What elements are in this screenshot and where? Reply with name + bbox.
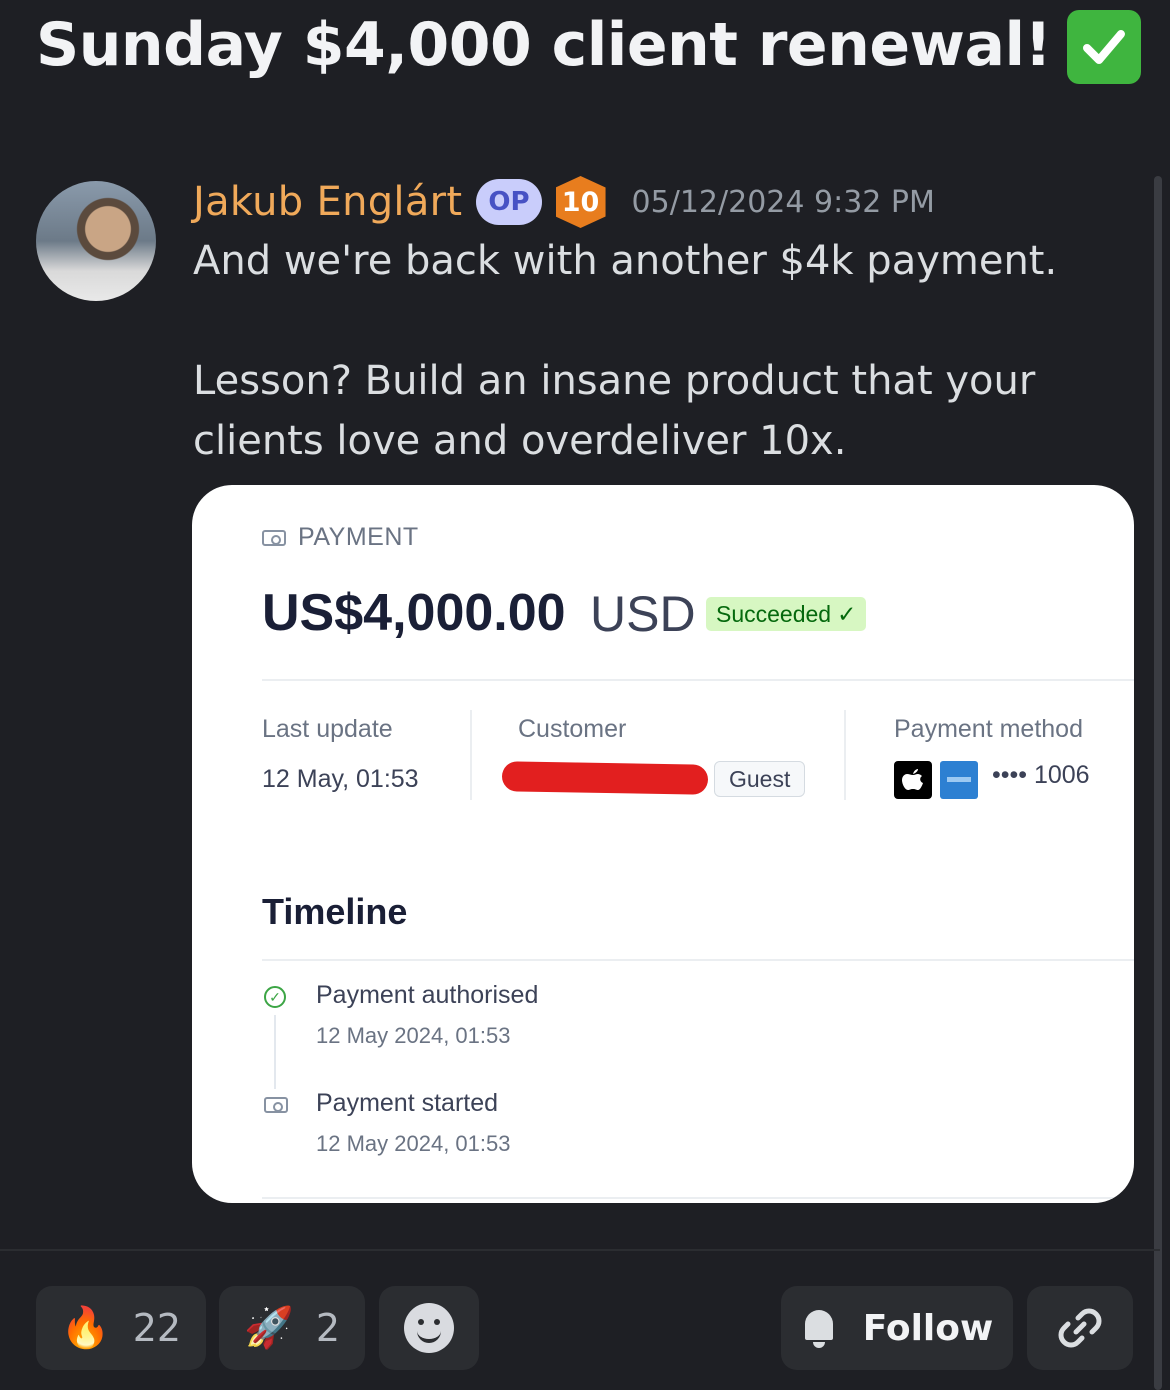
message-header: Jakub Englárt OP 10 05/12/2024 9:32 PM <box>193 172 935 232</box>
last-update-label: Last update <box>262 715 393 743</box>
payment-header-label: PAYMENT <box>298 523 419 551</box>
payment-header: PAYMENT <box>262 523 419 552</box>
success-check-icon: ✓ <box>264 986 286 1008</box>
level-badge: 10 <box>555 176 606 228</box>
follow-button[interactable]: Follow <box>781 1286 1013 1370</box>
author-name[interactable]: Jakub Englárt <box>193 179 462 225</box>
timeline-event-title: Payment authorised <box>316 981 539 1009</box>
reaction-rocket[interactable]: 🚀 2 <box>219 1286 365 1370</box>
reaction-count: 2 <box>315 1306 340 1350</box>
payment-currency: USD <box>590 586 696 642</box>
post-title: Sunday $4,000 client renewal! <box>36 6 1142 84</box>
timeline-event-title: Payment started <box>316 1089 499 1117</box>
fire-icon: 🔥 <box>60 1305 111 1351</box>
status-label: Succeeded <box>716 600 832 627</box>
customer-label: Customer <box>518 715 627 743</box>
timeline-title: Timeline <box>262 891 408 932</box>
column-divider <box>844 710 846 800</box>
message-line-2: Lesson? Build an insane product that you… <box>193 358 1036 464</box>
post-title-text: Sunday $4,000 client renewal! <box>36 10 1052 80</box>
column-divider <box>470 710 472 800</box>
divider <box>262 959 1134 961</box>
link-icon <box>1058 1308 1102 1348</box>
timeline-connector <box>274 1015 276 1089</box>
reaction-count: 22 <box>132 1306 182 1350</box>
status-badge: Succeeded ✓ <box>706 597 867 631</box>
timeline-event-date: 12 May 2024, 01:53 <box>316 1023 511 1048</box>
cash-icon <box>262 529 286 546</box>
scrollbar[interactable] <box>1154 176 1162 1390</box>
payment-method-label: Payment method <box>894 715 1083 743</box>
op-badge: OP <box>476 179 542 225</box>
bell-icon <box>801 1308 837 1348</box>
reaction-fire[interactable]: 🔥 22 <box>36 1286 206 1370</box>
last-update-value: 12 May, 01:53 <box>262 765 419 793</box>
card-last4: •••• 1006 <box>992 761 1090 789</box>
follow-label: Follow <box>862 1307 994 1349</box>
message-line-1: And we're back with another $4k payment. <box>193 238 1058 284</box>
divider <box>0 1249 1160 1251</box>
rocket-icon: 🚀 <box>244 1305 294 1351</box>
cash-icon <box>264 1097 288 1113</box>
check-icon: ✓ <box>837 600 857 627</box>
message-timestamp: 05/12/2024 9:32 PM <box>631 184 935 220</box>
check-mark-icon <box>1067 10 1142 84</box>
payment-amount: US$4,000.00 <box>262 584 566 642</box>
payment-screenshot[interactable]: PAYMENT US$4,000.00 USD Succeeded ✓ Last… <box>192 485 1134 1203</box>
smiley-icon <box>404 1303 454 1353</box>
timeline-event-date: 12 May 2024, 01:53 <box>316 1131 511 1156</box>
divider <box>262 679 1134 681</box>
redacted-customer-name <box>501 761 709 795</box>
amex-card-icon <box>940 761 978 799</box>
add-reaction-button[interactable] <box>379 1286 479 1370</box>
avatar[interactable] <box>36 181 156 301</box>
copy-link-button[interactable] <box>1027 1286 1133 1370</box>
apple-pay-icon <box>894 761 932 799</box>
guest-badge: Guest <box>714 761 806 797</box>
divider <box>262 1197 1134 1199</box>
